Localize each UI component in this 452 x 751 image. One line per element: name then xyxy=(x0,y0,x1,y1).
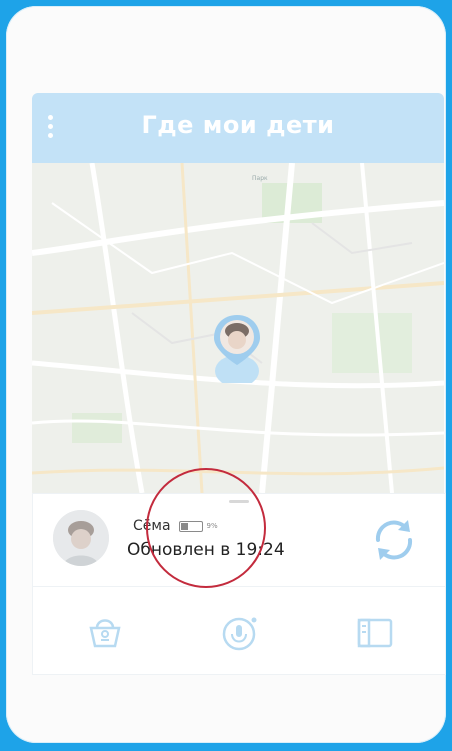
map-place-label: Парк xyxy=(252,175,268,182)
basket-icon[interactable] xyxy=(83,612,127,652)
map-view[interactable]: Парк xyxy=(32,163,444,493)
app-bar: Где мои дети xyxy=(32,93,444,163)
bottom-tab-bar xyxy=(33,604,445,664)
panel-divider xyxy=(33,586,445,587)
phone-screen: Где мои дети Парк Сёма 9% Обновлен в 19:… xyxy=(6,6,446,743)
microphone-icon[interactable] xyxy=(217,612,261,652)
highlight-circle xyxy=(146,468,266,588)
app-title: Где мои дети xyxy=(141,111,335,139)
avatar-icon xyxy=(53,510,109,566)
child-avatar[interactable] xyxy=(53,510,109,566)
refresh-icon[interactable] xyxy=(368,514,420,566)
child-location-marker[interactable] xyxy=(210,313,264,383)
screen-icon[interactable] xyxy=(353,612,397,652)
location-pin-icon xyxy=(214,315,260,383)
